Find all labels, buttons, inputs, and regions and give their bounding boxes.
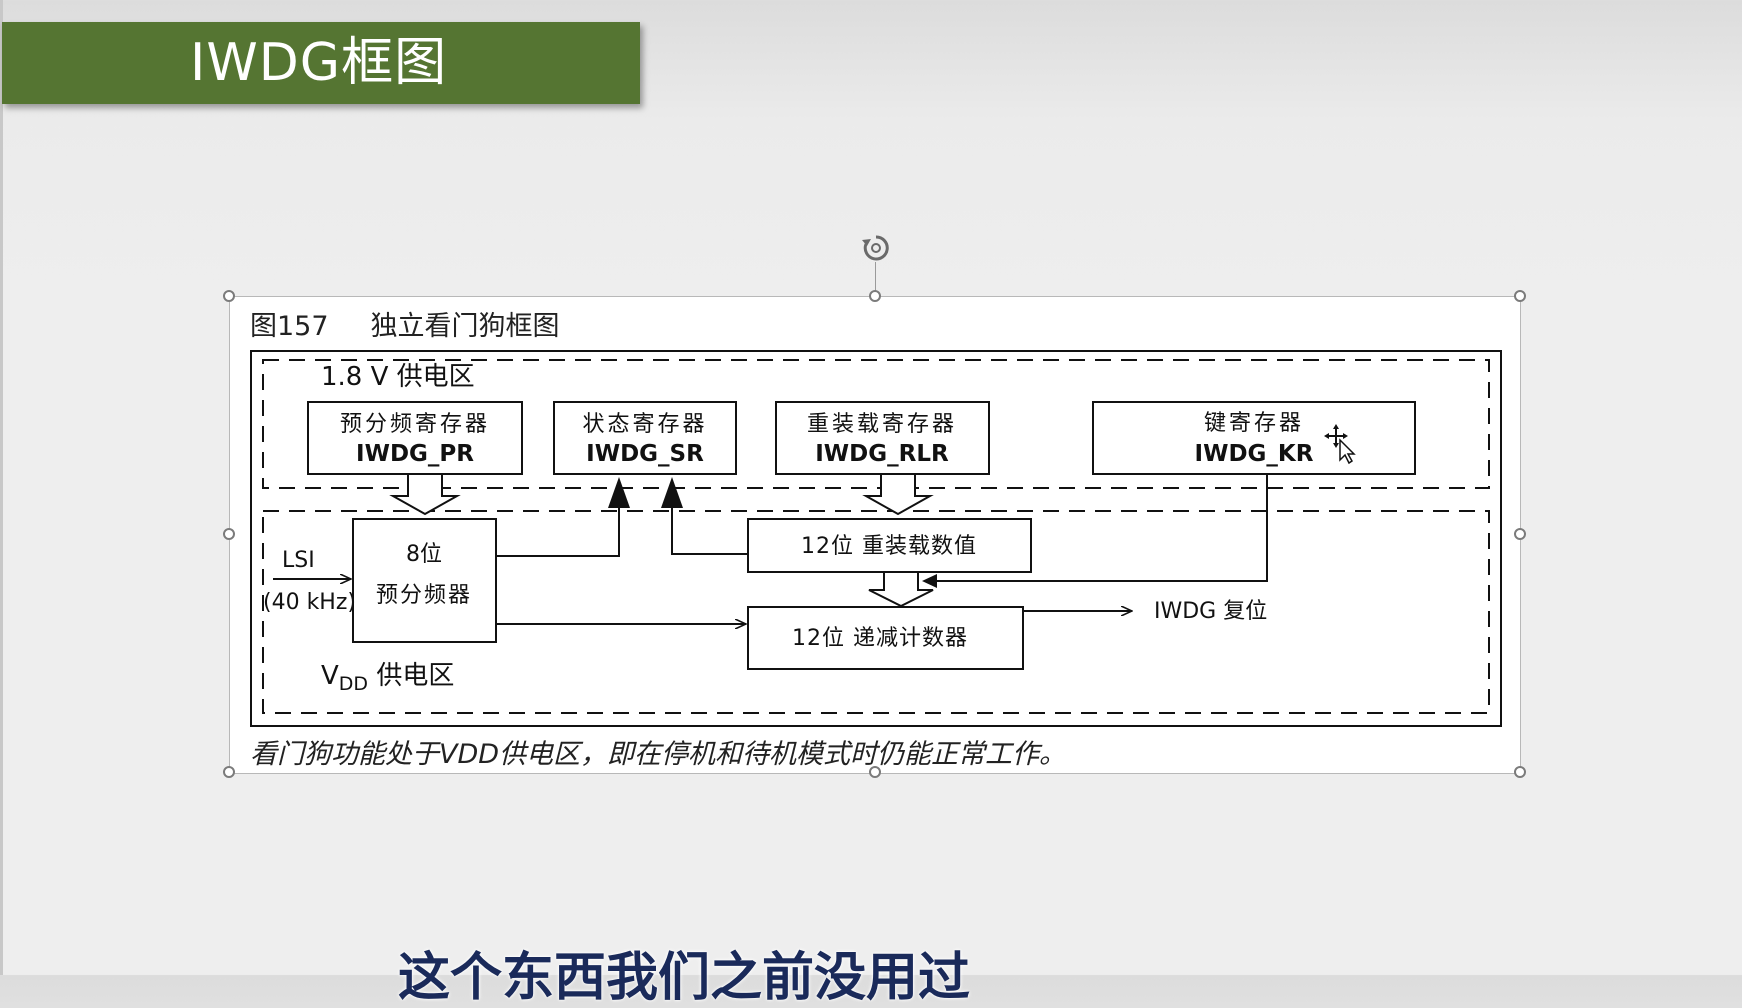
resize-handle-bottom-right[interactable] xyxy=(1514,766,1526,778)
slide-edge xyxy=(0,0,3,975)
iwdg-block-diagram: 1.8 V 供电区 VDD 供电区 预分频寄存器 IWDG_PR 状态寄存器 I… xyxy=(250,350,1502,727)
rotate-handle-icon[interactable] xyxy=(860,232,892,264)
arrowhead-kr-reload xyxy=(922,574,937,588)
zone-vdd-label: VDD 供电区 xyxy=(321,661,454,695)
slide-title[interactable]: IWDG框图 xyxy=(190,34,447,92)
arrow-pr-to-prescaler xyxy=(389,475,461,516)
lsi-label: LSI xyxy=(282,548,315,573)
reload-register-name: IWDG_RLR xyxy=(815,441,949,467)
key-register-name: IWDG_KR xyxy=(1195,441,1314,467)
resize-handle-top-center[interactable] xyxy=(869,290,881,302)
prescaler-block-line2: 预分频器 xyxy=(376,583,472,608)
reload-register-cn: 重装载寄存器 xyxy=(807,412,957,437)
reset-label: IWDG 复位 xyxy=(1154,599,1267,624)
figure-caption: 看门狗功能处于VDD供电区，即在停机和待机模式时仍能正常工作。 xyxy=(250,739,1067,770)
reload-value-label: 12位 重装载数值 xyxy=(801,534,977,559)
prescaler-register-name: IWDG_PR xyxy=(356,441,474,467)
status-register-cn: 状态寄存器 xyxy=(582,412,707,437)
title-banner[interactable]: IWDG框图 xyxy=(2,22,640,104)
arrow-reload-to-counter xyxy=(868,573,934,608)
arrow-rlr-to-reload xyxy=(862,475,934,516)
prescaler-block xyxy=(352,518,497,643)
arrowhead-sr-right xyxy=(661,477,683,508)
prescaler-register-cn: 预分频寄存器 xyxy=(340,412,490,437)
resize-handle-bottom-left[interactable] xyxy=(223,766,235,778)
rotation-stem xyxy=(875,262,876,292)
lsi-frequency: (40 kHz) xyxy=(263,590,356,615)
resize-handle-top-left[interactable] xyxy=(223,290,235,302)
resize-handle-top-right[interactable] xyxy=(1514,290,1526,302)
zone-1v8-label: 1.8 V 供电区 xyxy=(321,362,475,392)
line-prescaler-to-sr xyxy=(496,496,620,557)
arrowhead-sr-left xyxy=(608,477,630,508)
status-register-name: IWDG_SR xyxy=(586,441,704,467)
video-subtitle: 这个东西我们之前没用过 xyxy=(398,948,971,1008)
line-reload-to-sr xyxy=(671,496,748,555)
down-counter-label: 12位 递减计数器 xyxy=(792,626,968,651)
key-register-cn: 键寄存器 xyxy=(1204,411,1304,436)
prescaler-block-line1: 8位 xyxy=(406,542,442,567)
